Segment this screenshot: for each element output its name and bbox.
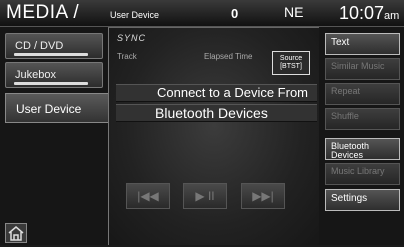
cd-dvd-indicator xyxy=(14,53,88,56)
elapsed-time-label: Elapsed Time xyxy=(204,52,253,61)
track-label: Track xyxy=(117,52,137,61)
home-button[interactable] xyxy=(5,223,27,243)
user-device-label: User Device xyxy=(16,102,82,116)
bluetooth-message: Bluetooth Devices xyxy=(155,105,268,121)
home-icon xyxy=(8,226,24,241)
jukebox-button[interactable]: Jukebox xyxy=(5,62,103,88)
left-menu xyxy=(0,27,108,245)
connect-message: Connect to a Device From xyxy=(157,85,309,100)
clock-time: 10:07 xyxy=(339,3,385,23)
similar-music-button[interactable]: Similar Music xyxy=(325,58,400,80)
page-title: MEDIA / xyxy=(6,2,80,23)
page-subtitle: User Device xyxy=(110,10,160,20)
clock-ampm: am xyxy=(384,10,400,22)
cd-dvd-button[interactable]: CD / DVD xyxy=(5,33,103,59)
previous-button[interactable]: |◀◀ xyxy=(126,183,170,209)
bluetooth-devices-button[interactable]: Bluetooth Devices xyxy=(325,138,400,160)
status-indicator: 0 xyxy=(231,6,239,21)
cd-dvd-label: CD / DVD xyxy=(15,40,64,52)
settings-button[interactable]: Settings xyxy=(325,189,400,211)
sync-logo: SYNC xyxy=(117,33,147,43)
text-button[interactable]: Text xyxy=(325,33,400,55)
next-button[interactable]: ▶▶| xyxy=(241,183,285,209)
source-button[interactable]: Source [BTST] xyxy=(272,51,310,75)
user-device-button[interactable]: User Device xyxy=(5,93,108,123)
repeat-button[interactable]: Repeat xyxy=(325,83,400,105)
shuffle-button[interactable]: Shuffle xyxy=(325,108,400,130)
signal-icon: NE xyxy=(284,4,304,20)
music-library-button[interactable]: Music Library xyxy=(325,163,400,185)
play-pause-button[interactable]: ▶ II xyxy=(183,183,227,209)
jukebox-label: Jukebox xyxy=(15,69,56,81)
jukebox-indicator xyxy=(14,82,88,85)
clock: 10:07am xyxy=(339,3,399,24)
